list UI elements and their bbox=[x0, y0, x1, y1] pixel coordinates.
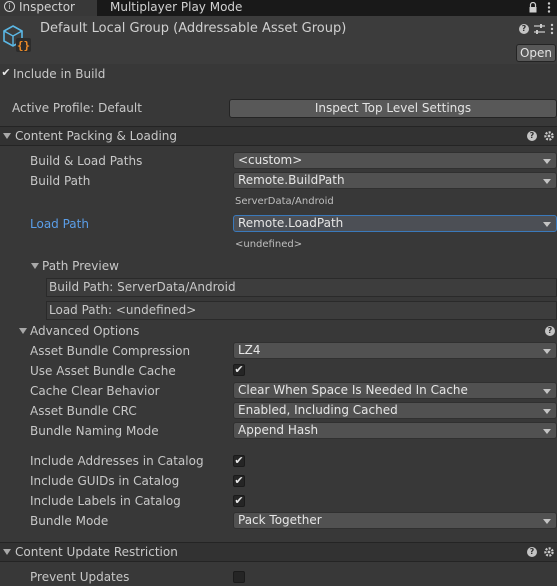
include-guids-checkbox[interactable]: ✔ bbox=[233, 475, 245, 487]
crc-dropdown[interactable]: Enabled, Including Cached bbox=[233, 402, 557, 419]
chevron-down-icon bbox=[543, 409, 551, 414]
bundle-mode-label: Bundle Mode bbox=[30, 514, 109, 528]
build-load-paths-dropdown[interactable]: <custom> bbox=[233, 152, 557, 169]
compression-dropdown[interactable]: LZ4 bbox=[233, 342, 557, 359]
gear-icon[interactable] bbox=[543, 546, 555, 558]
tab-multiplayer-play-mode-label: Multiplayer Play Mode bbox=[110, 0, 243, 14]
chevron-down-icon bbox=[543, 179, 551, 184]
compression-value: LZ4 bbox=[238, 343, 261, 357]
include-guids-label: Include GUIDs in Catalog bbox=[30, 474, 180, 488]
chevron-down-icon bbox=[543, 222, 551, 227]
include-addresses-checkbox[interactable]: ✔ bbox=[233, 455, 245, 467]
naming-mode-value: Append Hash bbox=[238, 423, 319, 437]
svg-text:{}: {} bbox=[17, 39, 30, 52]
help-icon[interactable]: ? bbox=[545, 326, 555, 336]
cache-clear-value: Clear When Space Is Needed In Cache bbox=[238, 383, 468, 397]
build-load-paths-label: Build & Load Paths bbox=[30, 154, 143, 168]
crc-value: Enabled, Including Cached bbox=[238, 403, 398, 417]
active-profile-label: Active Profile: Default bbox=[12, 101, 142, 115]
chevron-down-icon bbox=[543, 349, 551, 354]
help-icon[interactable]: ? bbox=[527, 131, 537, 141]
load-path-dropdown[interactable]: Remote.LoadPath bbox=[233, 215, 557, 232]
use-cache-label: Use Asset Bundle Cache bbox=[30, 364, 176, 378]
bundle-mode-dropdown[interactable]: Pack Together bbox=[233, 512, 557, 529]
load-path-resolved: <undefined> bbox=[235, 239, 303, 250]
prevent-updates-label: Prevent Updates bbox=[30, 570, 130, 584]
tab-bar: i Inspector Multiplayer Play Mode bbox=[0, 0, 557, 16]
inspect-top-level-settings-button[interactable]: Inspect Top Level Settings bbox=[229, 99, 557, 118]
path-preview-title: Path Preview bbox=[42, 259, 119, 273]
build-path-resolved: ServerData/Android bbox=[235, 196, 334, 207]
content-update-title: Content Update Restriction bbox=[15, 545, 178, 559]
include-in-build-label: Include in Build bbox=[13, 67, 106, 81]
naming-mode-dropdown[interactable]: Append Hash bbox=[233, 422, 557, 439]
info-icon: i bbox=[4, 1, 15, 12]
foldout-arrow-icon[interactable] bbox=[3, 133, 11, 139]
foldout-arrow-icon[interactable] bbox=[19, 328, 27, 334]
foldout-arrow-icon[interactable] bbox=[3, 549, 11, 555]
advanced-options-title: Advanced Options bbox=[30, 324, 140, 338]
tab-multiplayer-play-mode[interactable]: Multiplayer Play Mode bbox=[97, 0, 257, 16]
path-preview-build-path: Build Path: ServerData/Android bbox=[46, 278, 557, 297]
compression-label: Asset Bundle Compression bbox=[30, 344, 191, 358]
tab-inspector[interactable]: i Inspector bbox=[0, 0, 97, 16]
kebab-menu-icon[interactable] bbox=[546, 1, 552, 14]
chevron-down-icon bbox=[543, 389, 551, 394]
content-packing-title: Content Packing & Loading bbox=[15, 129, 178, 143]
bundle-mode-value: Pack Together bbox=[238, 513, 322, 527]
open-button[interactable]: Open bbox=[516, 44, 556, 62]
include-labels-label: Include Labels in Catalog bbox=[30, 494, 181, 508]
include-labels-checkbox[interactable]: ✔ bbox=[233, 495, 245, 507]
build-path-dropdown[interactable]: Remote.BuildPath bbox=[233, 172, 557, 189]
build-load-paths-value: <custom> bbox=[238, 153, 303, 167]
presets-icon[interactable] bbox=[534, 23, 545, 35]
cache-clear-label: Cache Clear Behavior bbox=[30, 384, 160, 398]
build-path-label: Build Path bbox=[30, 174, 91, 188]
cache-clear-dropdown[interactable]: Clear When Space Is Needed In Cache bbox=[233, 382, 557, 399]
help-icon[interactable]: ? bbox=[519, 24, 529, 34]
include-in-build-checkbox[interactable]: ✔ bbox=[0, 67, 12, 80]
build-path-value: Remote.BuildPath bbox=[238, 173, 345, 187]
lock-icon[interactable] bbox=[529, 1, 537, 13]
use-cache-checkbox[interactable]: ✔ bbox=[233, 364, 245, 376]
gear-icon[interactable] bbox=[543, 130, 555, 142]
chevron-down-icon bbox=[543, 159, 551, 164]
help-icon[interactable]: ? bbox=[527, 547, 537, 557]
foldout-arrow-icon[interactable] bbox=[31, 263, 39, 269]
addressable-group-icon: {} bbox=[2, 24, 32, 54]
naming-mode-label: Bundle Naming Mode bbox=[30, 424, 159, 438]
kebab-menu-icon[interactable] bbox=[549, 23, 555, 35]
tab-inspector-label: Inspector bbox=[19, 0, 75, 14]
path-preview-load-path: Load Path: <undefined> bbox=[46, 301, 557, 320]
load-path-value: Remote.LoadPath bbox=[238, 216, 344, 230]
load-path-label: Load Path bbox=[30, 217, 89, 231]
include-addresses-label: Include Addresses in Catalog bbox=[30, 454, 204, 468]
chevron-down-icon bbox=[543, 519, 551, 524]
chevron-down-icon bbox=[543, 429, 551, 434]
inspector-title: Default Local Group (Addressable Asset G… bbox=[40, 21, 347, 36]
prevent-updates-checkbox[interactable] bbox=[233, 571, 245, 583]
crc-label: Asset Bundle CRC bbox=[30, 404, 137, 418]
